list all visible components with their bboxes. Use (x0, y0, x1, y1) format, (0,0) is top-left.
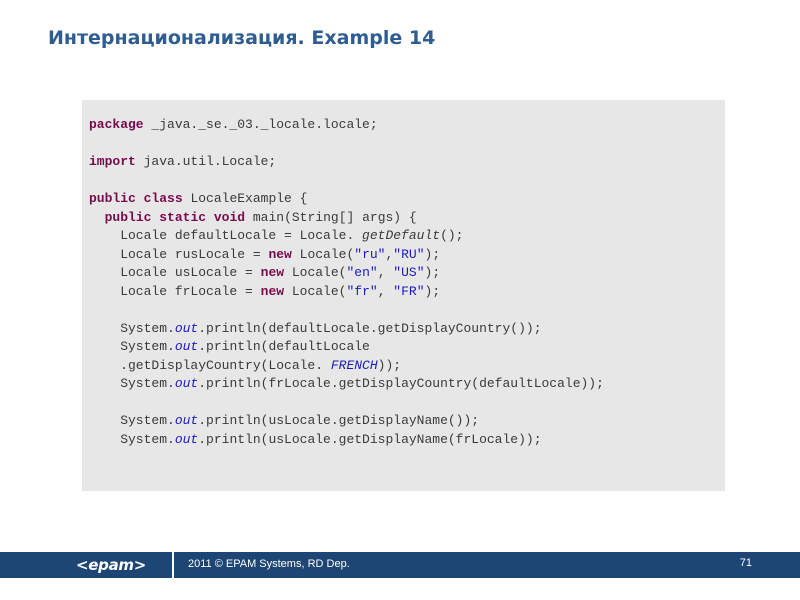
epam-logo: <epam> (76, 556, 146, 574)
code-line: Locale frLocale = new Locale("fr", "FR")… (89, 283, 604, 302)
code-token: "RU" (393, 246, 425, 262)
code-token: .println(defaultLocale.getDisplayCountry… (198, 320, 542, 336)
code-token: java.util.Locale; (135, 154, 277, 169)
code-token: Locale( (291, 246, 355, 262)
code-token: class (143, 191, 183, 206)
code-line: import java.util.Locale; (89, 153, 604, 172)
code-token: "US" (393, 265, 425, 280)
code-token: out (174, 413, 199, 428)
code-token: "fr" (346, 283, 378, 299)
slide-title: Интернационализация. Example 14 (48, 27, 436, 49)
code-line: Locale defaultLocale = Locale. getDefaul… (89, 227, 604, 246)
footer-divider (172, 552, 174, 578)
page-number: 71 (739, 557, 752, 569)
code-token: ); (424, 283, 441, 299)
code-line: package _java._se._03._locale.locale; (89, 116, 604, 135)
code-panel: package _java._se._03._locale.locale; im… (82, 100, 725, 491)
code-token: .println(usLocale.getDisplayName()); (198, 413, 480, 428)
code-token: "en" (346, 265, 378, 280)
code-token: )); (377, 357, 402, 373)
code-token: out (174, 320, 199, 336)
code-token: ); (424, 265, 441, 280)
code-token: _java._se._03._locale.locale; (143, 117, 378, 132)
code-line: Locale usLocale = new Locale("en", "US")… (89, 264, 604, 283)
code-token: "FR" (393, 283, 425, 299)
code-token: "ru" (354, 246, 386, 262)
code-token: System. (89, 339, 175, 354)
code-token: .println(defaultLocale (198, 339, 370, 354)
code-line: System.out.println(defaultLocale (89, 338, 604, 357)
code-token: FRENCH (330, 357, 378, 373)
footer-bar: <epam> 2011 © EPAM Systems, RD Dep. 71 (0, 552, 800, 578)
code-token: .println(usLocale.getDisplayName(frLocal… (198, 431, 542, 447)
code-token: System. (89, 413, 175, 428)
code-token: Locale usLocale = (89, 265, 261, 280)
code-token: void (213, 209, 246, 225)
code-line: System.out.println(frLocale.getDisplayCo… (89, 375, 604, 394)
code-line: public static void main(String[] args) { (89, 209, 604, 228)
code-line: .getDisplayCountry(Locale. FRENCH)); (89, 357, 604, 376)
code-token: .println(frLocale.getDisplayCountry(defa… (198, 376, 604, 391)
code-token: , (377, 283, 394, 299)
code-token: .getDisplayCountry(Locale. (89, 357, 331, 373)
code-token: out (174, 431, 199, 447)
code-token: Locale( (284, 265, 347, 280)
code-token: Locale defaultLocale = Locale. (89, 228, 363, 243)
code-line: Locale rusLocale = new Locale("ru","RU")… (89, 246, 604, 265)
code-token: Locale frLocale = (89, 283, 261, 299)
code-token: new (260, 283, 285, 299)
code-token: public (89, 191, 136, 206)
footer-copyright: 2011 © EPAM Systems, RD Dep. (188, 558, 350, 570)
code-token: out (174, 339, 199, 354)
code-token: import (89, 154, 136, 169)
code-token: LocaleExample { (182, 191, 308, 206)
code-token: , (377, 265, 394, 280)
code-token: static (159, 209, 207, 225)
code-token: main(String[] args) { (245, 209, 417, 225)
code-token: public (104, 209, 152, 225)
code-token: (); (440, 228, 464, 243)
code-token: getDefault (362, 228, 441, 243)
code-token: ); (424, 246, 441, 262)
code-token: Locale( (284, 283, 347, 299)
code-line: System.out.println(defaultLocale.getDisp… (89, 320, 604, 339)
code-token: System. (89, 376, 175, 391)
code-block: package _java._se._03._locale.locale; im… (89, 116, 604, 449)
code-token: new (268, 246, 292, 262)
code-token: System. (89, 320, 175, 336)
code-line: System.out.println(usLocale.getDisplayNa… (89, 412, 604, 431)
code-line: public class LocaleExample { (89, 190, 604, 209)
code-token: System. (89, 431, 175, 447)
code-token: package (89, 117, 144, 132)
code-token: Locale rusLocale = (89, 246, 269, 262)
code-token: out (174, 376, 199, 391)
code-token: new (260, 265, 285, 280)
code-line: System.out.println(usLocale.getDisplayNa… (89, 431, 604, 450)
